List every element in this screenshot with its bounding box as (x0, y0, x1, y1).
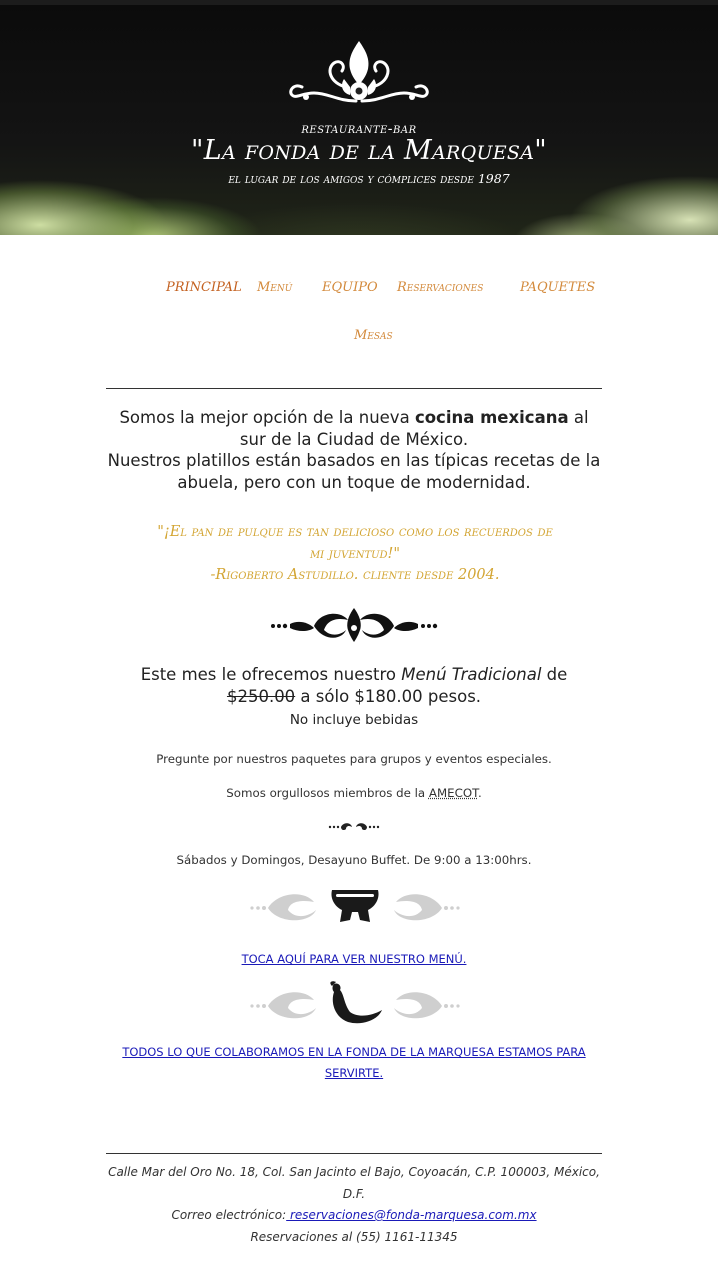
monthly-offer: Este mes le ofrecemos nuestro Menú Tradi… (106, 664, 602, 707)
amecot-abbr: AMECOT (428, 786, 478, 800)
amecot-info: Somos orgullosos miembros de la AMECOT. (106, 786, 602, 800)
nav-item-mesas[interactable]: Mesas (354, 328, 393, 343)
groups-info: Pregunte por nuestros paquetes para grup… (156, 752, 552, 766)
menu-link[interactable]: TOCA AQUÍ PARA VER NUESTRO MENÚ. (106, 949, 602, 970)
footer-address: Calle Mar del Oro No. 18, Col. San Jacin… (108, 1165, 600, 1201)
footer: Calle Mar del Oro No. 18, Col. San Jacin… (106, 1162, 602, 1248)
footer-email-link[interactable]: reservaciones@fonda-marquesa.com.mx (286, 1208, 537, 1222)
footer-email-label: Correo electrónico: (171, 1208, 287, 1222)
quote-text: "¡El pan de pulque es tan delicioso como… (157, 524, 553, 562)
header-banner: restaurante-bar "La fonda de la Marquesa… (0, 5, 718, 235)
chili-pepper-icon (250, 981, 460, 1024)
nav-item-reservaciones[interactable]: Reservaciones (397, 280, 483, 295)
footer-divider (106, 1153, 602, 1154)
intro-line-1a: Somos la mejor opción de la nueva (119, 408, 415, 427)
offer-old-price: $250.00 (226, 686, 296, 706)
buffet-info: Sábados y Domingos, Desayuno Buffet. De … (176, 853, 532, 867)
fleur-de-lis-crest-icon (289, 41, 429, 103)
offer-prefix: Este mes le ofrecemos nuestro (140, 665, 402, 684)
intro-line-2: Nuestros platillos están basados en las … (107, 451, 601, 492)
nav-item-equipo[interactable]: EQUIPO (322, 280, 378, 295)
offer-mid: de (541, 665, 568, 684)
intro-text: Somos la mejor opción de la nueva cocina… (106, 407, 602, 493)
header-tagline: el lugar de los amigos y cómplices desde… (228, 171, 510, 186)
customer-quote: "¡El pan de pulque es tan delicioso como… (150, 522, 560, 587)
team-link[interactable]: TODOS LO QUE COLABORAMOS EN LA FONDA DE … (106, 1042, 602, 1084)
page-title: "La fonda de la Marquesa" (191, 135, 547, 166)
nav-item-paquetes[interactable]: PAQUETES (520, 280, 595, 295)
amecot-prefix: Somos orgullosos miembros de la (226, 786, 429, 800)
nav-item-principal[interactable]: PRINCIPAL (166, 280, 242, 295)
footer-phone: Reservaciones al (55) 1161-11345 (250, 1229, 458, 1244)
small-scroll-ornament-icon (328, 823, 380, 831)
black-scroll-ornament-icon (271, 608, 438, 642)
intro-highlight: cocina mexicana (414, 408, 569, 427)
nav-item-menu[interactable]: Menú (257, 280, 292, 295)
amecot-suffix: . (477, 786, 482, 800)
content-divider-top (106, 388, 602, 389)
quote-author: -Rigoberto Astudillo. cliente desde 2004… (210, 567, 500, 583)
molcajete-icon (250, 890, 460, 922)
offer-note: No incluye bebidas (289, 712, 419, 728)
offer-suffix: a sólo $180.00 pesos. (295, 686, 482, 706)
offer-menu-name: Menú Tradicional (401, 665, 542, 684)
